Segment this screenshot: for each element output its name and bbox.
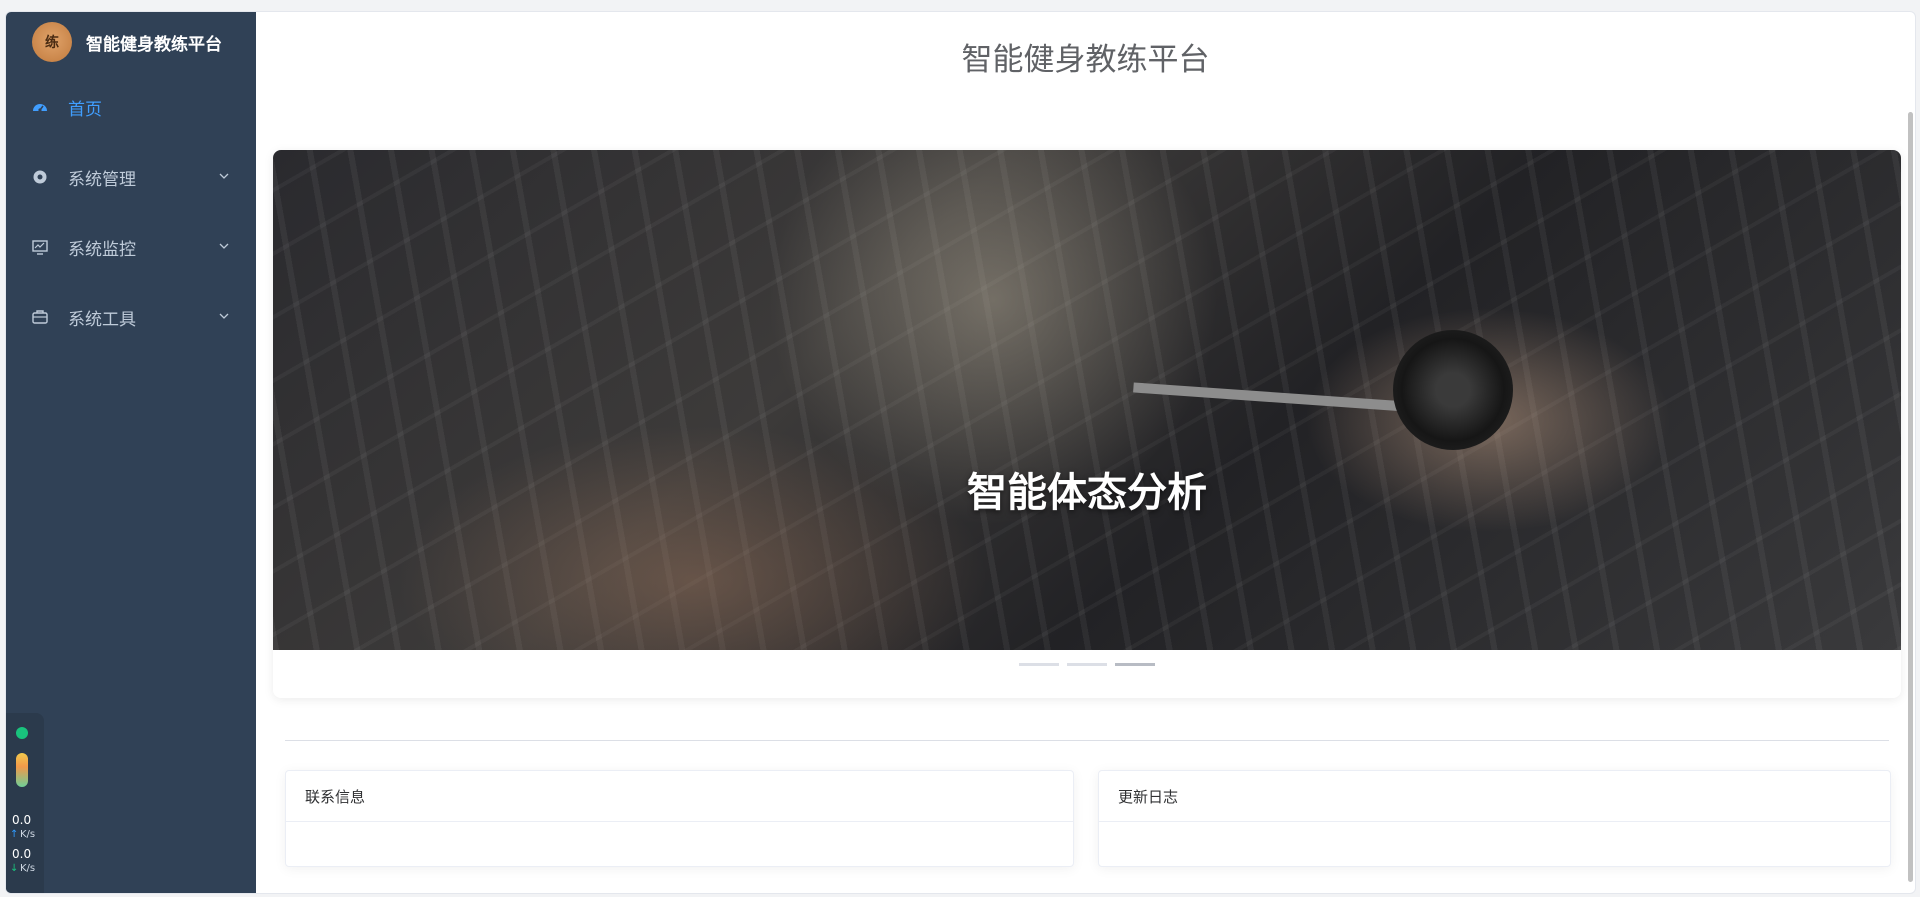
carousel-slide[interactable]: 智能体态分析 [273, 150, 1901, 650]
sidebar-item-system-tools[interactable]: 系统工具 [6, 282, 256, 352]
status-dot [16, 727, 28, 739]
scrollbar-thumb[interactable] [1908, 112, 1913, 882]
toolbox-icon [30, 307, 50, 327]
carousel-indicators [273, 663, 1901, 666]
carousel-indicator-active[interactable] [1115, 663, 1155, 666]
changelog-card: 更新日志 [1098, 770, 1891, 867]
carousel-indicator[interactable] [1019, 663, 1059, 666]
slide-caption: 智能体态分析 [967, 470, 1207, 516]
slide-image-plate [1393, 330, 1513, 450]
sidebar-menu: 首页 系统管理 系统监控 系统工具 [6, 72, 256, 352]
sidebar: 练 智能健身教练平台 首页 系统管理 系统监控 系统工具 0.0 ↑ K/s 0… [6, 12, 256, 893]
sidebar-item-label: 系统监控 [68, 239, 136, 260]
scrollbar[interactable] [1905, 12, 1915, 893]
sidebar-item-system-monitor[interactable]: 系统监控 [6, 212, 256, 282]
upload-speed-unit: K/s [20, 829, 36, 840]
sidebar-item-label: 系统管理 [68, 169, 136, 190]
upload-speed-value: 0.0 [12, 813, 32, 827]
arrow-down-icon: ↓ [10, 863, 19, 874]
network-speed-widget[interactable]: 0.0 ↑ K/s 0.0 ↓ K/s [6, 713, 44, 893]
carousel[interactable]: 智能体态分析 [273, 150, 1901, 698]
sidebar-item-home[interactable]: 首页 [6, 72, 256, 142]
carousel-indicator[interactable] [1067, 663, 1107, 666]
divider [285, 740, 1889, 741]
download-speed-unit: K/s [20, 863, 36, 874]
gear-icon [30, 167, 50, 187]
download-speed-value: 0.0 [12, 847, 32, 861]
arrow-up-icon: ↑ [10, 829, 19, 840]
logo: 练 [32, 22, 72, 62]
sidebar-item-label: 系统工具 [68, 309, 136, 330]
page-title: 智能健身教练平台 [961, 42, 1210, 78]
monitor-icon [30, 237, 50, 257]
sidebar-item-label: 首页 [68, 99, 102, 120]
main-content: 智能健身教练平台 智能体态分析 联系信息 更新日志 [256, 12, 1915, 893]
logo-glyph: 练 [45, 35, 59, 51]
usage-bar [16, 753, 28, 787]
chevron-down-icon [219, 313, 229, 319]
contact-info-card: 联系信息 [285, 770, 1074, 867]
app-window: 练 智能健身教练平台 首页 系统管理 系统监控 系统工具 0.0 ↑ K/s 0… [5, 11, 1916, 894]
sidebar-item-system-management[interactable]: 系统管理 [6, 142, 256, 212]
chevron-down-icon [219, 243, 229, 249]
card-title: 更新日志 [1099, 771, 1890, 822]
dashboard-icon [30, 97, 50, 117]
chevron-down-icon [219, 173, 229, 179]
brand-title: 智能健身教练平台 [86, 34, 222, 55]
card-title: 联系信息 [286, 771, 1073, 822]
brand[interactable]: 练 智能健身教练平台 [6, 12, 256, 72]
